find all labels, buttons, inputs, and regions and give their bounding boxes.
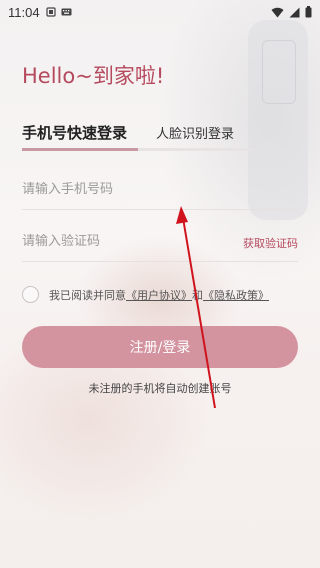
agreement-prefix: 我已阅读并同意 bbox=[49, 288, 126, 302]
phone-input[interactable] bbox=[22, 182, 298, 197]
register-login-button[interactable]: 注册/登录 bbox=[22, 326, 298, 368]
wifi-icon bbox=[271, 7, 284, 17]
tab-active-indicator bbox=[22, 148, 138, 151]
get-code-button[interactable]: 获取验证码 bbox=[243, 235, 298, 251]
keyboard-icon bbox=[61, 8, 72, 16]
code-field: 获取验证码 bbox=[22, 222, 298, 262]
status-bar: 11:04 bbox=[0, 0, 320, 24]
greeting-title: Hello~到家啦! bbox=[22, 64, 165, 88]
status-system-icons bbox=[271, 6, 312, 18]
status-notification-icons bbox=[45, 7, 72, 17]
verification-code-input[interactable] bbox=[22, 234, 222, 249]
user-agreement-link[interactable]: 《用户协议》 bbox=[126, 287, 192, 303]
signal-icon bbox=[289, 7, 300, 17]
login-tabs: 手机号快速登录 人脸识别登录 bbox=[22, 122, 254, 152]
phone-field bbox=[22, 170, 298, 210]
auto-register-hint: 未注册的手机将自动创建账号 bbox=[88, 382, 232, 395]
notification-icon bbox=[45, 7, 56, 17]
battery-icon bbox=[305, 6, 312, 18]
privacy-policy-link[interactable]: 《隐私政策》 bbox=[203, 287, 269, 303]
background-door-lock-panel bbox=[262, 40, 296, 104]
status-time: 11:04 bbox=[8, 4, 40, 20]
agreement-checkbox[interactable] bbox=[22, 286, 39, 303]
tab-phone-login[interactable]: 手机号快速登录 bbox=[22, 122, 127, 143]
agreement-row: 我已阅读并同意 《用户协议》 和 《隐私政策》 bbox=[22, 286, 269, 303]
tab-face-login[interactable]: 人脸识别登录 bbox=[156, 123, 234, 142]
agreement-and: 和 bbox=[192, 288, 203, 302]
